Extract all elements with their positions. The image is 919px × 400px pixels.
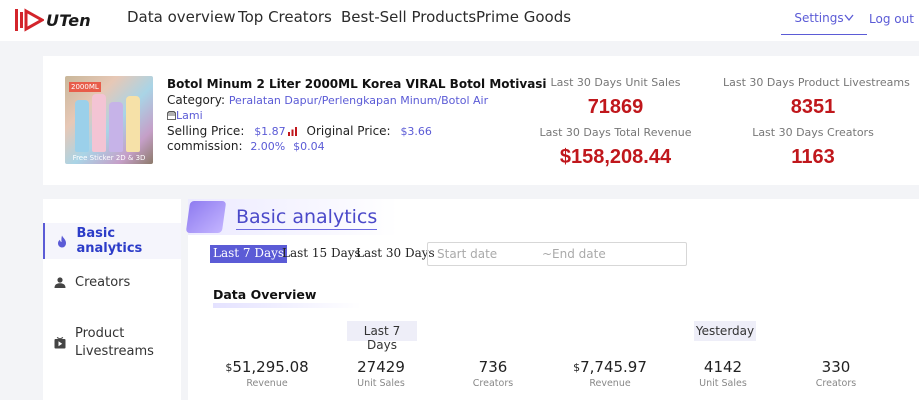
bottle-shape (92, 94, 106, 152)
logo-text: UTen (46, 10, 91, 30)
metric-label: Unit Sales (699, 378, 747, 389)
sidebar-item-creators[interactable]: Creators (43, 275, 181, 290)
period-tag-yesterday: Yesterday (694, 321, 756, 341)
bottle-shape (75, 100, 89, 152)
original-price-label: Original Price: (306, 124, 391, 138)
chevron-down-icon (844, 14, 854, 22)
bottle-shape (109, 102, 123, 152)
stat-value-creators: 1163 (791, 146, 835, 168)
top-navigation: UTen Data overview Top Creators Best-Sel… (0, 0, 919, 41)
bottle-shape (126, 96, 140, 152)
commission-rate: 2.00% (250, 140, 286, 153)
flame-icon (55, 234, 68, 248)
product-summary-card: 2000ML Free Sticker 2D & 3D Botol Minum … (43, 56, 919, 185)
person-icon (53, 276, 67, 290)
section-title: Basic analytics (236, 206, 378, 230)
shop-icon (167, 111, 176, 120)
end-date-input[interactable]: ~End date (542, 247, 606, 261)
logo-mark-icon (15, 8, 44, 32)
metric-revenue-7d: $51,295.08 Revenue (222, 358, 312, 389)
product-category-row: Category: Peralatan Dapur/Perlengkapan M… (167, 93, 488, 107)
stat-label-revenue: Last 30 Days Total Revenue (539, 126, 692, 139)
original-price-value: $3.66 (400, 125, 432, 138)
metric-value: 330 (821, 358, 851, 376)
video-icon (53, 336, 67, 350)
selling-price-value: $1.87 (254, 125, 286, 138)
nav-top-creators[interactable]: Top Creators (238, 8, 332, 26)
metric-value: 736 (478, 358, 508, 376)
commission-value: $0.04 (293, 140, 325, 153)
metric-revenue-yesterday: $7,745.97 Revenue (565, 358, 655, 389)
logout-link[interactable]: Log out (869, 12, 914, 26)
date-range-picker[interactable]: Start date ~End date (427, 242, 687, 266)
stat-value-unit-sales: 71869 (587, 96, 644, 118)
data-overview-underline (213, 303, 361, 308)
range-last-7-days[interactable]: Last 7 Days (210, 245, 288, 263)
nav-best-sell-products[interactable]: Best-Sell Products (341, 8, 476, 26)
range-last-15-days[interactable]: Last 15 Days (279, 245, 364, 263)
metric-creators-yesterday: 330 Creators (791, 358, 881, 389)
product-image-caption: Free Sticker 2D & 3D (72, 154, 146, 162)
metric-unit-sales-yesterday: 4142 Unit Sales (678, 358, 768, 389)
section-header: Basic analytics (185, 199, 398, 235)
metric-value: 7,745.97 (580, 358, 647, 376)
start-date-input[interactable]: Start date (437, 247, 497, 261)
metric-value: 27429 (357, 358, 405, 376)
shop-row: Lami (167, 108, 203, 122)
product-title[interactable]: Botol Minum 2 Liter 2000ML Korea VIRAL B… (167, 77, 547, 91)
product-image[interactable]: 2000ML Free Sticker 2D & 3D (65, 76, 153, 164)
stat-label-livestreams: Last 30 Days Product Livestreams (723, 76, 910, 89)
sidebar-item-product-livestreams[interactable]: Product Livestreams (43, 323, 181, 363)
nav-data-overview[interactable]: Data overview (127, 8, 236, 26)
metric-label: Creators (472, 378, 514, 389)
metric-value: 51,295.08 (232, 358, 309, 376)
analytics-sidebar: Basic analytics Creators Product Livestr… (43, 199, 181, 400)
metric-label: Unit Sales (357, 378, 405, 389)
settings-label: Settings (794, 11, 844, 25)
shop-link[interactable]: Lami (176, 109, 203, 122)
stat-value-livestreams: 8351 (790, 96, 836, 118)
commission-row: commission: 2.00% $0.04 (167, 139, 325, 153)
price-row: Selling Price: $1.87 Original Price: $3.… (167, 124, 432, 138)
nav-prime-goods[interactable]: Prime Goods (476, 8, 571, 26)
commission-label: commission: (167, 139, 243, 153)
metric-creators-7d: 736 Creators (448, 358, 538, 389)
basic-analytics-panel: Basic analytics Last 7 Days Last 15 Days… (185, 199, 919, 400)
metric-label: Creators (815, 378, 857, 389)
section-header-decoration (185, 201, 227, 233)
range-last-30-days[interactable]: Last 30 Days (353, 245, 438, 263)
price-trend-icon[interactable] (287, 127, 297, 136)
metric-label: Revenue (246, 378, 288, 389)
product-image-badge: 2000ML (69, 82, 101, 92)
uten-logo[interactable]: UTen (14, 6, 91, 34)
category-label: Category: (167, 93, 225, 107)
selling-price-label: Selling Price: (167, 124, 245, 138)
metric-value: 4142 (703, 358, 743, 376)
sidebar-item-label: Basic analytics (76, 226, 143, 256)
metric-label: Revenue (589, 378, 631, 389)
sidebar-item-label: Creators (75, 275, 131, 290)
stat-value-revenue: $158,208.44 (559, 146, 672, 168)
period-tag-last-7-days: Last 7 Days (347, 321, 417, 352)
stat-label-creators: Last 30 Days Creators (752, 126, 874, 139)
sidebar-item-label: Product Livestreams (75, 326, 154, 359)
metric-unit-sales-7d: 27429 Unit Sales (336, 358, 426, 389)
settings-dropdown[interactable]: Settings (781, 0, 867, 35)
category-link[interactable]: Peralatan Dapur/Perlengkapan Minum/Botol… (229, 94, 488, 107)
sidebar-item-basic-analytics[interactable]: Basic analytics (43, 223, 181, 259)
data-overview-title: Data Overview (213, 287, 317, 302)
stat-label-unit-sales: Last 30 Days Unit Sales (550, 76, 681, 89)
